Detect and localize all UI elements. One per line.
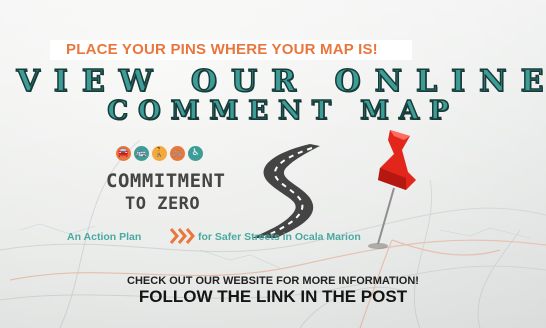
logo-line-2: TO ZERO — [125, 194, 201, 214]
mode-icons: 🚘 🚌 🚶 🚲 ♿ — [116, 146, 203, 161]
pedestrian-icon: 🚶 — [152, 146, 167, 161]
promo-graphic: PLACE YOUR PINS WHERE YOUR MAP IS! VIEW … — [0, 0, 546, 328]
headline-line-2: COMMENT MAP — [107, 95, 459, 127]
map-pin-icon — [368, 130, 416, 249]
bus-icon: 🚌 — [134, 146, 149, 161]
road-icon — [252, 144, 320, 238]
tagline-right: for Safer Streets in Ocala Marion — [198, 231, 361, 243]
bicycle-icon: 🚲 — [170, 146, 185, 161]
wheelchair-icon: ♿ — [188, 146, 203, 161]
logo-line-1: COMMITMENT — [106, 170, 226, 192]
footer-line-1: CHECK OUT OUR WEBSITE FOR MORE INFORMATI… — [127, 275, 419, 287]
banner-text: PLACE YOUR PINS WHERE YOUR MAP IS! — [66, 41, 378, 58]
headline-line-1: VIEW OUR ONLINE — [16, 63, 546, 100]
car-icon: 🚘 — [116, 146, 131, 161]
tagline-left: An Action Plan — [67, 231, 142, 243]
footer-line-2: FOLLOW THE LINK IN THE POST — [138, 287, 408, 306]
chevrons-icon — [170, 228, 195, 244]
